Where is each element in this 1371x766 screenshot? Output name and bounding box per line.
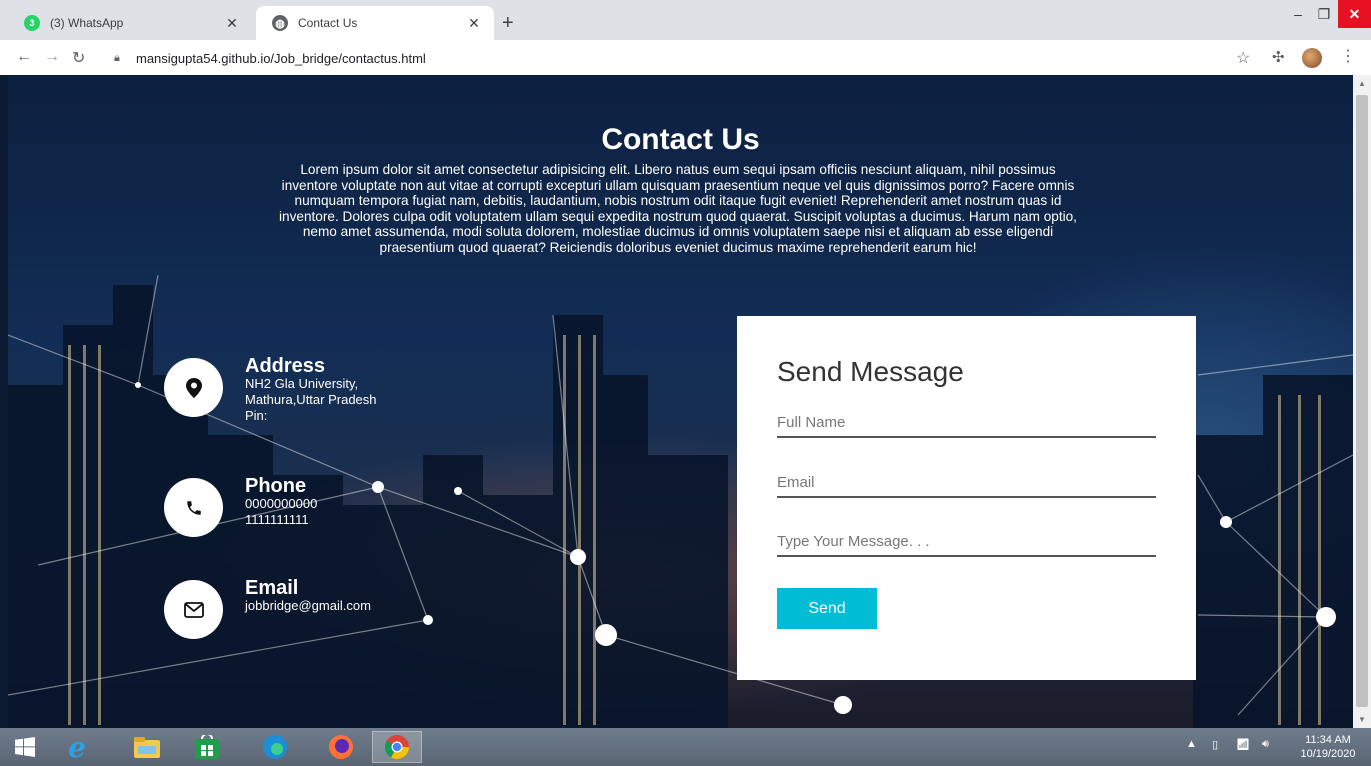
scroll-down-arrow-icon[interactable]: ▼ bbox=[1358, 715, 1366, 724]
full-name-input[interactable] bbox=[777, 414, 1156, 431]
phone-block: Phone 0000000000 1111111111 bbox=[164, 475, 318, 537]
scroll-up-arrow-icon[interactable]: ▲ bbox=[1358, 79, 1366, 88]
message-textarea[interactable] bbox=[777, 533, 1156, 550]
reload-icon[interactable]: ↻ bbox=[72, 48, 85, 68]
location-pin-icon bbox=[164, 358, 223, 417]
back-arrow-icon[interactable]: ← bbox=[16, 48, 32, 66]
phone-heading: Phone bbox=[245, 475, 307, 497]
whatsapp-icon: 3 bbox=[24, 15, 40, 31]
page-scrollbar[interactable]: ▲ ▼ bbox=[1353, 75, 1371, 728]
file-explorer-icon[interactable] bbox=[122, 731, 172, 763]
tab-strip: 3 (3) WhatsApp ✕ ◍ Contact Us ✕ + – ❐ ✕ bbox=[0, 0, 1371, 40]
phone-text: Phone 0000000000 1111111111 bbox=[245, 475, 318, 537]
window-close-icon[interactable]: ✕ bbox=[1338, 0, 1371, 28]
url-text[interactable]: mansigupta54.github.io/Job_bridge/contac… bbox=[136, 51, 426, 66]
restore-icon[interactable]: ❐ bbox=[1312, 0, 1336, 28]
form-heading: Send Message bbox=[777, 356, 964, 387]
email-text: Email jobbridge@gmail.com bbox=[245, 577, 371, 639]
clock-time: 11:34 AM bbox=[1305, 734, 1351, 746]
email-field bbox=[777, 474, 1156, 498]
address-line: Mathura,Uttar Pradesh bbox=[245, 392, 377, 407]
bookmark-star-icon[interactable]: ☆ bbox=[1236, 48, 1250, 68]
show-hidden-icons-icon[interactable]: ▲ bbox=[1186, 738, 1197, 750]
globe-icon: ◍ bbox=[272, 15, 288, 31]
start-windows-icon[interactable] bbox=[0, 731, 50, 763]
internet-explorer-icon[interactable]: e bbox=[52, 731, 102, 764]
tab-title: (3) WhatsApp bbox=[50, 16, 124, 30]
menu-dots-icon[interactable]: ⋮ bbox=[1340, 46, 1356, 66]
close-tab-icon[interactable]: ✕ bbox=[224, 15, 240, 32]
browser-chrome: 3 (3) WhatsApp ✕ ◍ Contact Us ✕ + – ❐ ✕ … bbox=[0, 0, 1371, 75]
new-tab-icon[interactable]: + bbox=[502, 12, 514, 35]
tab-whatsapp[interactable]: 3 (3) WhatsApp ✕ bbox=[8, 6, 252, 40]
full-name-field bbox=[777, 414, 1156, 438]
message-field bbox=[777, 533, 1156, 557]
scrollbar-thumb[interactable] bbox=[1356, 95, 1368, 707]
battery-icon[interactable]: ▯ bbox=[1212, 738, 1218, 751]
email-block: Email jobbridge@gmail.com bbox=[164, 577, 371, 639]
system-clock[interactable]: 11:34 AM 10/19/2020 bbox=[1298, 733, 1358, 761]
phone-number: 1111111111 bbox=[245, 512, 309, 527]
tab-contact-us[interactable]: ◍ Contact Us ✕ bbox=[256, 6, 494, 40]
minimize-icon[interactable]: – bbox=[1286, 0, 1310, 28]
store-icon[interactable] bbox=[182, 731, 232, 763]
address-line: NH2 Gla University, bbox=[245, 376, 359, 391]
address-block: Address NH2 Gla University, Mathura,Utta… bbox=[164, 355, 377, 424]
forward-arrow-icon[interactable]: → bbox=[44, 48, 60, 66]
send-message-form: Send Message Send bbox=[737, 316, 1196, 680]
extensions-icon[interactable]: ✣ bbox=[1272, 48, 1285, 66]
address-line: Pin: bbox=[245, 408, 268, 423]
profile-avatar[interactable] bbox=[1302, 48, 1322, 68]
edge-icon[interactable] bbox=[250, 731, 300, 763]
email-address: jobbridge@gmail.com bbox=[245, 598, 371, 613]
page-title: Contact Us bbox=[601, 123, 760, 156]
address-bar[interactable]: 🔒︎ mansigupta54.github.io/Job_bridge/con… bbox=[104, 44, 1254, 72]
send-button[interactable]: Send bbox=[777, 588, 877, 629]
browser-toolbar: ← → ↻ 🔒︎ mansigupta54.github.io/Job_brid… bbox=[0, 40, 1371, 75]
intro-paragraph: Lorem ipsum dolor sit amet consectetur a… bbox=[279, 162, 1077, 255]
phone-icon bbox=[164, 478, 223, 537]
network-signal-icon[interactable]: 📶︎ bbox=[1236, 738, 1250, 751]
tab-title: Contact Us bbox=[298, 16, 358, 30]
page-viewport: Contact Us Lorem ipsum dolor sit amet co… bbox=[8, 75, 1353, 728]
windows-taskbar: e ▲ ▯ 📶︎ 🔊︎ 11:34 AM 10/19/2020 bbox=[0, 728, 1371, 766]
firefox-icon[interactable] bbox=[316, 731, 366, 763]
chrome-icon[interactable] bbox=[372, 731, 422, 763]
close-tab-icon[interactable]: ✕ bbox=[466, 15, 482, 32]
envelope-icon bbox=[164, 580, 223, 639]
address-heading: Address bbox=[245, 355, 326, 377]
address-text: Address NH2 Gla University, Mathura,Utta… bbox=[245, 355, 377, 424]
clock-date: 10/19/2020 bbox=[1300, 748, 1356, 760]
email-heading: Email bbox=[245, 577, 299, 599]
lock-icon[interactable]: 🔒︎ bbox=[114, 52, 130, 65]
email-input[interactable] bbox=[777, 474, 1156, 491]
phone-number: 0000000000 bbox=[245, 496, 318, 511]
volume-icon[interactable]: 🔊︎ bbox=[1262, 738, 1269, 751]
